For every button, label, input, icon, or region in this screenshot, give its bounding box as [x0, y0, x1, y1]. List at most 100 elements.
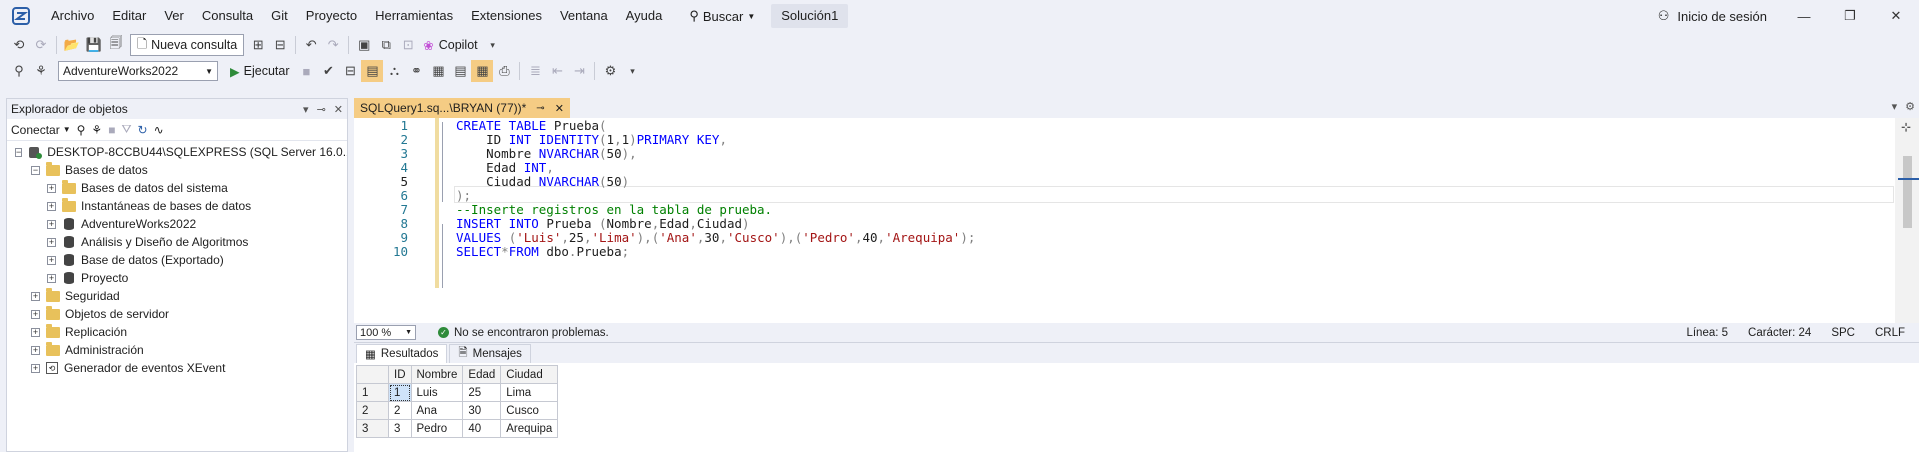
tab-sqlquery1[interactable]: SQLQuery1.sq...\BRYAN (77))* ⊸ ✕	[354, 98, 570, 118]
stop-icon[interactable]: ■	[295, 60, 317, 82]
tree-node[interactable]: + Proyecto	[7, 269, 347, 287]
back-icon[interactable]: ⟲	[8, 34, 30, 56]
connect-plug-icon[interactable]: ⚲	[77, 123, 86, 137]
tree-node[interactable]: + Replicación	[7, 323, 347, 341]
include-plan-icon[interactable]: ⚭	[405, 60, 427, 82]
client-stats-icon[interactable]: ▦	[427, 60, 449, 82]
tree-node[interactable]: + Bases de datos del sistema	[7, 179, 347, 197]
expand-icon[interactable]: +	[31, 291, 40, 301]
expand-icon[interactable]: +	[47, 273, 56, 283]
tree-node[interactable]: − Bases de datos	[7, 161, 347, 179]
collapse-icon[interactable]: −	[31, 165, 40, 175]
execute-button[interactable]: ▶ Ejecutar	[224, 64, 295, 79]
intellisense-icon[interactable]: ⛬	[383, 60, 405, 82]
table-row[interactable]: 2 2 Ana 30 Cusco	[356, 401, 559, 420]
tree-node[interactable]: + Análisis y Diseño de Algoritmos	[7, 233, 347, 251]
menu-ventana[interactable]: Ventana	[551, 4, 617, 28]
pin-icon[interactable]: ⊸	[536, 103, 544, 114]
row-number[interactable]: 3	[356, 419, 389, 438]
menu-consulta[interactable]: Consulta	[193, 4, 262, 28]
expand-icon[interactable]: +	[47, 237, 56, 247]
whitespace-mode[interactable]: SPC	[1831, 327, 1855, 339]
issues-status[interactable]: ✓ No se encontraron problemas.	[438, 327, 609, 339]
indent-icon[interactable]: ⇥	[568, 60, 590, 82]
db-query-icon[interactable]: ⊞	[247, 34, 269, 56]
expand-icon[interactable]: +	[47, 201, 56, 211]
search-button[interactable]: ⚲ Buscar ▼	[681, 4, 763, 28]
properties-icon[interactable]: ⊡	[397, 34, 419, 56]
table-row[interactable]: 3 3 Pedro 40 Arequipa	[356, 419, 559, 438]
tree-node[interactable]: + ⟲ Generador de eventos XEvent	[7, 359, 347, 377]
estimated-plan-icon[interactable]: ⊟	[339, 60, 361, 82]
code-editor[interactable]: 1 CREATE TABLE Prueba(2 ID INT IDENTITY(1…	[354, 118, 1919, 323]
tree-node[interactable]: + Seguridad	[7, 287, 347, 305]
row-number[interactable]: 1	[356, 383, 389, 402]
expand-icon[interactable]: +	[47, 183, 56, 193]
grid-cell[interactable]: Cusco	[500, 401, 559, 420]
open-folder-icon[interactable]: 📂	[61, 34, 83, 56]
table-row[interactable]: 1 1 Luis 25 Lima	[356, 383, 559, 402]
column-header[interactable]: Edad	[462, 365, 502, 384]
expand-icon[interactable]: +	[47, 255, 56, 265]
disconnect-icon[interactable]: ⚘	[91, 123, 102, 137]
minimize-button[interactable]: —	[1781, 0, 1827, 32]
connect-icon[interactable]: ⚲	[8, 60, 30, 82]
tab-results[interactable]: ▦ Resultados	[356, 344, 448, 363]
change-connection-icon[interactable]: ⚘	[30, 60, 52, 82]
outdent-icon[interactable]: ⇤	[546, 60, 568, 82]
forward-icon[interactable]: ⟳	[30, 34, 52, 56]
close-window-button[interactable]: ✕	[1873, 0, 1919, 32]
grid-cell[interactable]: Ana	[410, 401, 464, 420]
pin-icon[interactable]: ⊸	[317, 103, 326, 116]
undo-icon[interactable]: ↶	[300, 34, 322, 56]
zoom-select[interactable]: 100 % ▼	[356, 325, 416, 340]
menu-archivo[interactable]: Archivo	[42, 4, 103, 28]
redo-icon[interactable]: ↷	[322, 34, 344, 56]
row-number[interactable]: 2	[356, 401, 389, 420]
tree-node[interactable]: + Base de datos (Exportado)	[7, 251, 347, 269]
menu-extensiones[interactable]: Extensiones	[462, 4, 551, 28]
split-icon[interactable]: ⊹	[1901, 120, 1911, 134]
results-grid[interactable]: ID Nombre Edad Ciudad 1 1 Luis 25 Lima 2 2 Ana 30 Cu…	[356, 365, 559, 438]
query-designer-icon[interactable]: ▤	[361, 60, 384, 82]
tab-messages[interactable]: 🗎 Mensajes	[449, 344, 531, 363]
activity-monitor-icon[interactable]: ▣	[353, 34, 375, 56]
dropdown-icon[interactable]: ▾	[303, 103, 309, 116]
column-header[interactable]: Ciudad	[500, 365, 559, 384]
line-ending[interactable]: CRLF	[1875, 327, 1905, 339]
scroll-thumb[interactable]	[1903, 156, 1912, 228]
results-text-icon[interactable]: ▤	[449, 60, 471, 82]
filter-icon[interactable]: ⛛	[121, 122, 131, 137]
column-header[interactable]: ID	[388, 365, 412, 384]
expand-icon[interactable]: +	[47, 219, 56, 229]
stop-icon[interactable]: ■	[108, 123, 115, 137]
menu-ayuda[interactable]: Ayuda	[617, 4, 672, 28]
close-icon[interactable]: ✕	[334, 103, 343, 116]
save-all-icon[interactable]: 🗐	[105, 34, 127, 56]
expand-icon[interactable]: +	[31, 363, 40, 373]
specify-values-icon[interactable]: ⚙	[599, 60, 621, 82]
grid-cell[interactable]: 40	[462, 419, 502, 438]
tree-node[interactable]: + AdventureWorks2022	[7, 215, 347, 233]
copilot-button[interactable]: ❀ Copilot	[419, 38, 481, 53]
grid-cell[interactable]: Pedro	[410, 419, 464, 438]
grid-cell[interactable]: 1	[388, 383, 412, 402]
results-grid-icon[interactable]: ▦	[471, 60, 494, 82]
expand-icon[interactable]: +	[31, 327, 40, 337]
grid-cell[interactable]: Arequipa	[500, 419, 559, 438]
grid-cell[interactable]: 25	[462, 383, 502, 402]
tree-node[interactable]: + Instantáneas de bases de datos	[7, 197, 347, 215]
mdx-query-icon[interactable]: ⊟	[269, 34, 291, 56]
signin-button[interactable]: ⚇ Inicio de sesión	[1658, 4, 1767, 28]
vertical-scrollbar[interactable]: ⊹	[1895, 118, 1919, 323]
activity-icon[interactable]: ∿	[154, 123, 164, 137]
menu-herramientas[interactable]: Herramientas	[366, 4, 462, 28]
menu-ver[interactable]: Ver	[155, 4, 193, 28]
grid-cell[interactable]: 3	[388, 419, 412, 438]
expand-icon[interactable]: +	[31, 309, 40, 319]
grid-corner[interactable]	[356, 365, 389, 384]
menu-editar[interactable]: Editar	[103, 4, 155, 28]
tab-list-icon[interactable]: ▾	[1892, 100, 1898, 113]
restore-button[interactable]: ❐	[1827, 0, 1873, 32]
tree-node[interactable]: + Administración	[7, 341, 347, 359]
